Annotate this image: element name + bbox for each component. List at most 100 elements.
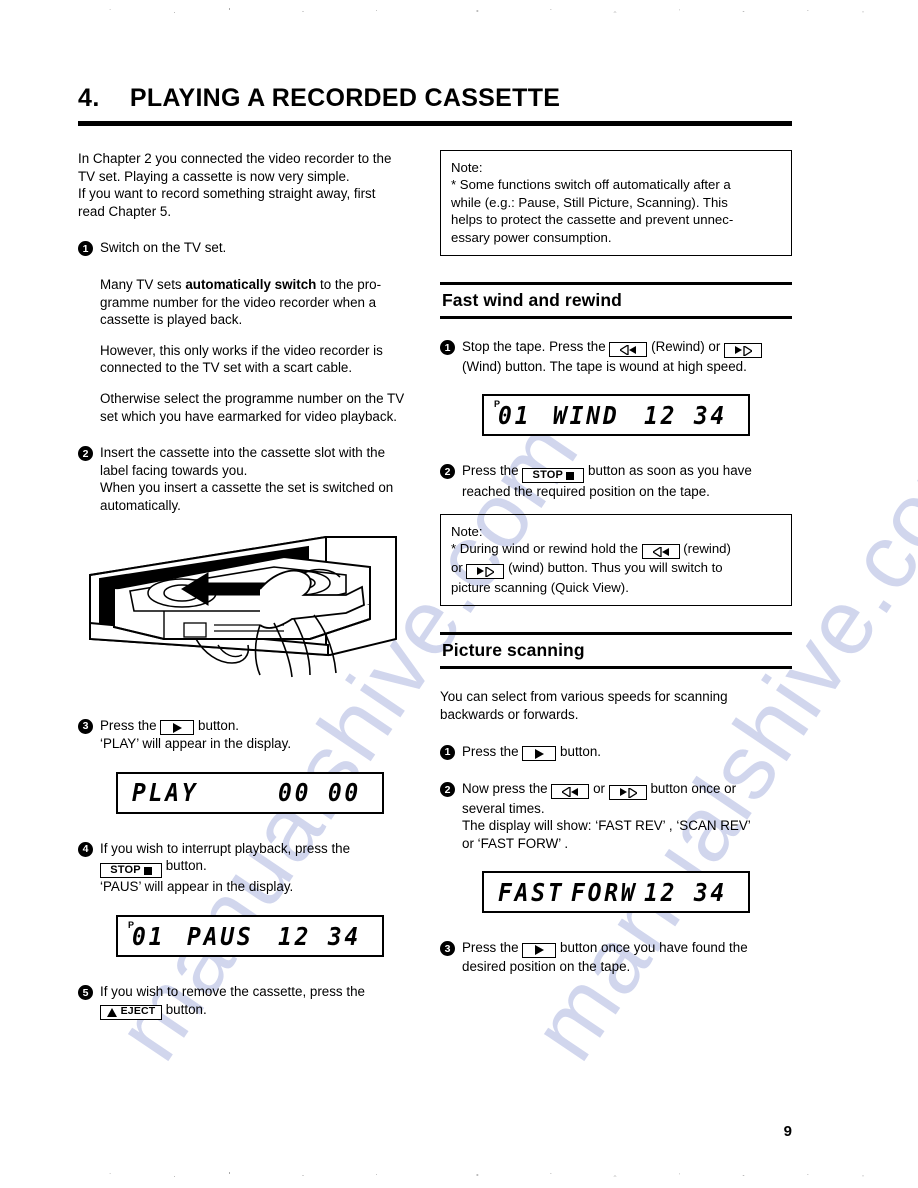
step-text: Stop the tape. Press the (Rewind) or (Wi… xyxy=(462,338,763,375)
step-number-badge: 5 xyxy=(78,985,93,1001)
stop-button-label: STOP xyxy=(110,864,141,877)
text-fragment: button. xyxy=(198,717,239,733)
step-number-badge: 2 xyxy=(440,464,455,480)
note-heading: Note: xyxy=(451,524,483,540)
step-3: 3 Press the button. ‘PLAY’ will appear i… xyxy=(78,717,422,753)
eject-button[interactable]: EJECT xyxy=(100,1004,162,1020)
page-number: 9 xyxy=(783,1123,792,1140)
section-fast-wind-and-rewind: Fast wind and rewind xyxy=(440,282,792,320)
text-fragment: Many TV sets xyxy=(100,276,186,292)
step-text: Press the button. ‘PLAY’ will appear in … xyxy=(100,717,291,753)
play-icon xyxy=(534,748,544,759)
note-text: or xyxy=(451,560,463,576)
intro-line: backwards or forwards. xyxy=(440,706,579,722)
stop-button[interactable]: STOP xyxy=(100,863,162,879)
step-1-paragraph-3: Otherwise select the programme number on… xyxy=(100,390,405,424)
display-panel-paus: P 01 PAUS 12 34 xyxy=(116,915,384,958)
play-icon xyxy=(534,945,544,956)
display-panel-play: PLAY 00 00 xyxy=(116,771,384,814)
page-title: 4. PLAYING A RECORDED CASSETTE xyxy=(78,84,792,113)
display-mode-right: FORW xyxy=(570,877,638,907)
section-picture-scanning: Picture scanning xyxy=(440,632,792,670)
step-line: several times. xyxy=(462,800,545,816)
text-fragment: button. xyxy=(165,1001,207,1017)
step-2: 2 Insert the cassette into the cassette … xyxy=(78,444,422,514)
step-text: If you wish to remove the cassette, pres… xyxy=(100,983,365,1020)
chapter-number: 4. xyxy=(78,84,100,112)
rewind-icon-solid xyxy=(629,345,637,354)
rewind-button[interactable] xyxy=(551,784,590,800)
step-line: (Wind) button. The tape is wound at high… xyxy=(462,358,747,374)
display-mode: WIND xyxy=(552,400,620,430)
eject-icon xyxy=(106,1007,117,1017)
display-counter: 12 34 xyxy=(643,400,727,430)
display-panel-wind: P 01 WIND 12 34 xyxy=(482,394,750,437)
intro-paragraph: In Chapter 2 you connected the video rec… xyxy=(78,150,422,220)
step-1-paragraph-1: Many TV sets automatically switch to the… xyxy=(100,276,422,329)
step-line: or ‘FAST FORW’ . xyxy=(462,835,569,851)
step-1: 1 Switch on the TV set. xyxy=(78,239,422,257)
step-line: If you wish to interrupt playback, press… xyxy=(100,840,351,856)
display-mode-left: FAST xyxy=(498,877,565,907)
note-line: picture scanning (Quick View). xyxy=(451,579,629,595)
fast-wind-step-2: 2 Press the STOP button as soon as you h… xyxy=(440,462,792,501)
cassette-insertion-illustration xyxy=(78,527,422,704)
section-title: Picture scanning xyxy=(442,640,585,661)
text-fragment: Stop the tape. Press the xyxy=(462,339,606,355)
play-icon xyxy=(172,722,182,733)
note-line: essary power consumption. xyxy=(451,229,612,245)
step-number-badge: 2 xyxy=(78,446,93,462)
step-text: Press the STOP button as soon as you hav… xyxy=(462,462,752,501)
step-line: Insert the cassette into the cassette sl… xyxy=(100,445,386,461)
rewind-icon-solid xyxy=(661,547,669,556)
scan-noise-top xyxy=(0,4,918,18)
manual-page: manualshive.com manualshive.com 4. PLAYI… xyxy=(0,0,918,1188)
step-number-badge: 3 xyxy=(440,941,455,957)
text-fragment: Now press the xyxy=(462,781,548,797)
intro-line: read Chapter 5. xyxy=(78,203,172,219)
wind-button[interactable] xyxy=(724,342,763,358)
rewind-icon xyxy=(562,787,571,798)
step-line: desired position on the tape. xyxy=(462,958,631,974)
picture-scanning-step-2: 2 Now press the or button once or severa… xyxy=(440,780,792,852)
text-fragment: Press the xyxy=(462,463,519,479)
step-number-badge: 4 xyxy=(78,841,93,857)
step-text: Switch on the TV set. xyxy=(100,240,227,256)
display-programme: 01 xyxy=(498,400,532,430)
text-fragment: or xyxy=(593,781,605,797)
rewind-button[interactable] xyxy=(641,544,680,560)
stop-button[interactable]: STOP xyxy=(522,468,585,484)
intro-line: If you want to record something straight… xyxy=(78,186,376,202)
rewind-icon-solid xyxy=(571,787,579,796)
step-line: ‘PAUS’ will appear in the display. xyxy=(100,879,294,895)
note-box-auto-shutoff: Note: * Some functions switch off automa… xyxy=(440,150,792,257)
left-column: In Chapter 2 you connected the video rec… xyxy=(78,150,422,1020)
play-button[interactable] xyxy=(522,942,557,958)
note-line: while (e.g.: Pause, Still Picture, Scann… xyxy=(451,194,728,210)
picture-scanning-intro: You can select from various speeds for s… xyxy=(440,688,792,723)
step-text: Press the button once you have found the… xyxy=(462,939,748,975)
intro-line: TV set. Playing a cassette is now very s… xyxy=(78,168,350,184)
step-text: Now press the or button once or several … xyxy=(462,780,751,852)
intro-line: You can select from various speeds for s… xyxy=(440,689,728,705)
note-line: * Some functions switch off automaticall… xyxy=(451,177,731,193)
text-fragment: button. xyxy=(165,858,207,874)
step-number-badge: 3 xyxy=(78,718,93,734)
step-number-badge: 1 xyxy=(440,744,455,760)
step-4: 4 If you wish to interrupt playback, pre… xyxy=(78,840,422,896)
display-programme: 01 xyxy=(132,921,166,951)
wind-button[interactable] xyxy=(466,563,505,579)
text-fragment: button as soon as you have xyxy=(588,463,752,479)
chapter-title: PLAYING A RECORDED CASSETTE xyxy=(129,84,561,112)
text-fragment: button once you have found the xyxy=(560,940,748,956)
rewind-icon xyxy=(620,345,630,356)
wind-icon-solid xyxy=(619,788,627,797)
fast-wind-step-1: 1 Stop the tape. Press the (Rewind) or (… xyxy=(440,338,792,375)
rewind-button[interactable] xyxy=(609,342,648,358)
display-mode: PAUS xyxy=(186,921,254,951)
wind-button[interactable] xyxy=(608,784,647,800)
wind-icon-solid xyxy=(477,567,485,576)
play-button[interactable] xyxy=(522,746,557,762)
text-fragment: Press the xyxy=(462,743,519,759)
play-button[interactable] xyxy=(160,720,195,735)
